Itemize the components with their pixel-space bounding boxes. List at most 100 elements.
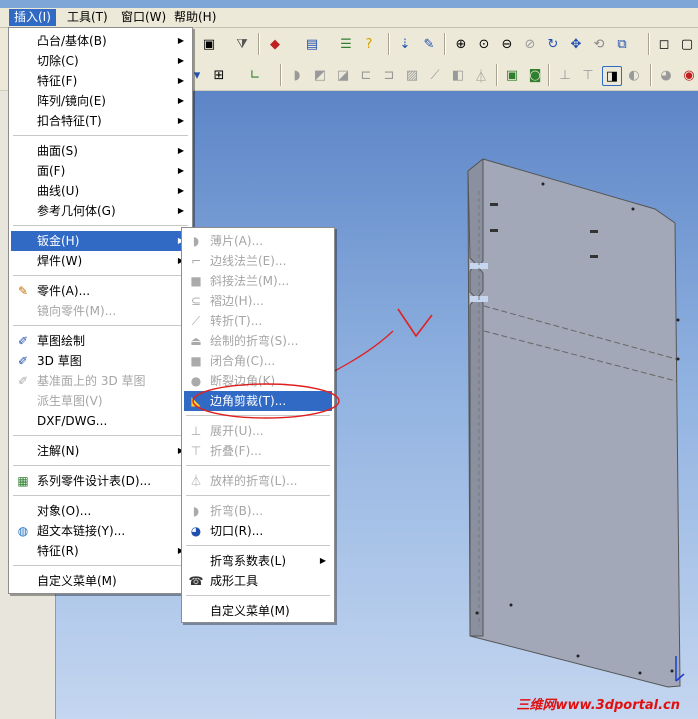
jog-icon[interactable]: ▨ — [403, 66, 421, 84]
cube-color-icon[interactable]: ◆ — [266, 35, 284, 53]
zoom-fit-icon[interactable]: ⊕ — [452, 35, 470, 53]
sketched-bend-icon[interactable]: ⟋ — [426, 66, 444, 84]
unfold-icon: ⊥ — [190, 424, 202, 438]
3d-sketch-icon: ✐ — [17, 354, 29, 368]
jog-icon: ⟋ — [191, 314, 201, 328]
menu-insert[interactable]: 插入(I) — [9, 9, 56, 26]
menu-item-customize-menu-sheetmetal[interactable]: 自定义菜单(M) — [184, 601, 332, 621]
menu-item-hem[interactable]: ⊆ 褶边(H)... — [184, 291, 332, 311]
menu-item-unfold[interactable]: ⊥ 展开(U)... — [184, 421, 332, 441]
menu-item-reference-geometry[interactable]: 参考几何体(G) ▶ — [11, 201, 190, 221]
pan-icon[interactable]: ✥ — [567, 35, 585, 53]
miter-flange-icon: ■ — [190, 274, 202, 288]
section-view-icon[interactable]: ⊞ — [210, 66, 228, 84]
zoom-area-icon[interactable]: ⊙ — [475, 35, 493, 53]
no-bends-icon[interactable]: ◙ — [526, 66, 544, 84]
rotate-view-icon[interactable]: ↻ — [544, 35, 562, 53]
menu-item-fastening-feature[interactable]: 扣合特征(T) ▶ — [11, 111, 190, 131]
menu-item-curve[interactable]: 曲线(U) ▶ — [11, 181, 190, 201]
hidden-lines-icon[interactable]: ▢ — [678, 35, 696, 53]
corner-trim-icon: ◣ — [191, 394, 201, 408]
3d-sketch-plane-icon: ✐ — [17, 374, 29, 388]
view-window-icon[interactable]: ▤ — [303, 35, 321, 53]
standard-views-icon[interactable]: ⧉ — [613, 35, 631, 53]
menu-item-dxf-dwg[interactable]: DXF/DWG... — [11, 411, 190, 431]
menu-item-closed-corner[interactable]: ■ 闭合角(C)... — [184, 351, 332, 371]
options-list-icon[interactable]: ☰ — [337, 35, 355, 53]
triad-icon[interactable]: ∟ — [246, 66, 264, 84]
zoom-selection-icon[interactable]: ⊘ — [521, 35, 539, 53]
menu-item-edge-flange[interactable]: ⌐ 边线法兰(E)... — [184, 251, 332, 271]
menu-item-feature-r[interactable]: 特征(R)▶ — [11, 541, 190, 561]
sheet-metal-submenu: ◗ 薄片(A)... ⌐ 边线法兰(E)... ■ 斜接法兰(M)... ⊆ 褶边(H)… — [181, 227, 335, 623]
menu-item-weldments[interactable]: 焊件(W)▶ — [11, 251, 190, 271]
menu-item-sketch[interactable]: ✐ 草图绘制 — [11, 331, 190, 351]
menu-item-corner-trim[interactable]: ◣ 边角剪裁(T)... — [184, 391, 332, 411]
menu-item-features[interactable]: 特征(F) ▶ — [11, 71, 190, 91]
menu-item-cut[interactable]: 切除(C) ▶ — [11, 51, 190, 71]
break-corner-icon[interactable]: ◕ — [657, 66, 675, 84]
menu-item-surface[interactable]: 曲面(S) ▶ — [11, 141, 190, 161]
menu-item-bends[interactable]: ◗ 折弯(B)... — [184, 501, 332, 521]
menu-bar: 插入(I) 工具(T) 窗口(W) 帮助(H) — [0, 8, 698, 28]
watermark: 三维网www.3dportal.cn — [516, 698, 680, 713]
menu-item-bend-table[interactable]: 折弯系数表(L) ▶ — [184, 551, 332, 571]
rip-icon[interactable]: ◨ — [602, 66, 622, 86]
menu-item-annotations[interactable]: 注解(N)▶ — [11, 441, 190, 461]
miter-flange-icon[interactable]: ⊏ — [357, 66, 375, 84]
menu-help[interactable]: 帮助(H) — [169, 9, 221, 26]
forming-tool-icon[interactable]: ◐ — [625, 66, 643, 84]
hem-icon: ⊆ — [190, 294, 202, 308]
help-icon[interactable]: ? — [360, 35, 378, 53]
zoom-in-out-icon[interactable]: ⊖ — [498, 35, 516, 53]
menu-item-miter-flange[interactable]: ■ 斜接法兰(M)... — [184, 271, 332, 291]
forming-tool-icon: ☎ — [188, 574, 204, 588]
window-title-strip — [0, 0, 698, 8]
insert-menu: 凸台/基体(B) ▶ 切除(C) ▶ 特征(F) ▶ 阵列/镜向(E) ▶ 扣合特征(T… — [8, 27, 193, 594]
lofted-bend-icon[interactable]: ⏃ — [472, 66, 490, 85]
normal-to-icon[interactable]: ⇣ — [396, 35, 414, 53]
edge-flange-icon[interactable]: ◪ — [334, 66, 352, 84]
bends-icon: ◗ — [192, 504, 200, 518]
menu-item-object[interactable]: 对象(O)... — [11, 501, 190, 521]
hem-icon[interactable]: ⊐ — [380, 66, 398, 84]
menu-item-design-table[interactable]: ▦ 系列零件设计表(D)... — [11, 471, 190, 491]
menu-item-face[interactable]: 面(F) ▶ — [11, 161, 190, 181]
menu-item-3d-sketch-on-plane[interactable]: ✐ 基准面上的 3D 草图 — [11, 371, 190, 391]
rip-icon: ◕ — [190, 524, 202, 538]
menu-item-derived-sketch[interactable]: 派生草图(V) — [11, 391, 190, 411]
roll-view-icon[interactable]: ⟲ — [590, 35, 608, 53]
closed-corner-icon[interactable]: ◧ — [449, 66, 467, 84]
filter-icon[interactable]: ⧩ — [233, 35, 251, 53]
menu-item-3d-sketch[interactable]: ✐ 3D 草图 — [11, 351, 190, 371]
menu-item-break-corner[interactable]: ● 断裂边角(K)... — [184, 371, 332, 391]
appearance-icon[interactable]: ◉ — [680, 66, 698, 84]
menu-item-forming-tool[interactable]: ☎ 成形工具 — [184, 571, 332, 591]
menu-item-sheet-metal[interactable]: 钣金(H)▶ — [11, 231, 190, 251]
wireframe-icon[interactable]: ◻ — [655, 35, 673, 53]
unfold-icon[interactable]: ⊥ — [556, 66, 574, 84]
flatten-icon[interactable]: ▣ — [503, 66, 521, 84]
base-flange-icon[interactable]: ◗ — [288, 66, 306, 84]
tab-icon[interactable]: ◩ — [311, 66, 329, 84]
menu-item-part[interactable]: ✎ 零件(A)... — [11, 281, 190, 301]
menu-item-customize-menu[interactable]: 自定义菜单(M) — [11, 571, 190, 591]
measure-icon[interactable]: ✎ — [420, 35, 438, 53]
part-icon: ✎ — [17, 284, 29, 298]
menu-item-pattern-mirror[interactable]: 阵列/镜向(E) ▶ — [11, 91, 190, 111]
closed-corner-icon: ■ — [190, 354, 202, 368]
menu-window[interactable]: 窗口(W) — [116, 9, 171, 26]
menu-item-sketched-bend[interactable]: ⏏ 绘制的折弯(S)... — [184, 331, 332, 351]
lofted-bend-icon: ⏃ — [189, 474, 202, 488]
menu-item-jog[interactable]: ⟋ 转折(T)... — [184, 311, 332, 331]
menu-item-mirror-part[interactable]: 镜向零件(M)... — [11, 301, 190, 321]
menu-item-boss-base[interactable]: 凸台/基体(B) ▶ — [11, 31, 190, 51]
menu-item-lofted-bend[interactable]: ⏃ 放样的折弯(L)... — [184, 471, 332, 491]
menu-tools[interactable]: 工具(T) — [62, 9, 113, 26]
menu-item-fold[interactable]: ⊤ 折叠(F)... — [184, 441, 332, 461]
shaded-view-icon[interactable]: ▣ — [200, 35, 218, 53]
menu-item-tab[interactable]: ◗ 薄片(A)... — [184, 231, 332, 251]
menu-item-hyperlink[interactable]: ◍ 超文本链接(Y)... — [11, 521, 190, 541]
menu-item-rip[interactable]: ◕ 切口(R)... — [184, 521, 332, 541]
fold-icon[interactable]: ⊤ — [579, 66, 597, 84]
